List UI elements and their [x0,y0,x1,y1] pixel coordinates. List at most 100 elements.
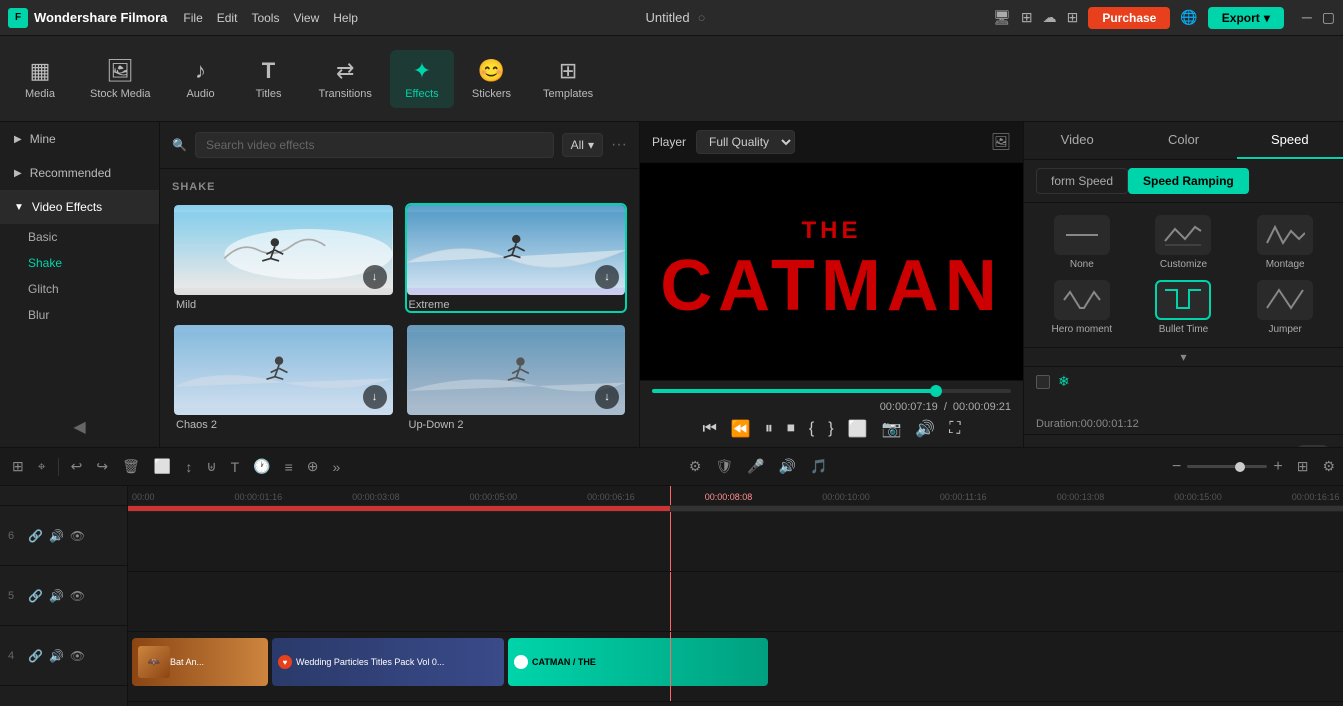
purchase-button[interactable]: Purchase [1088,7,1170,29]
menu-button[interactable]: ≡ [281,456,297,478]
monitor-icon[interactable]: 🖥 [993,9,1011,26]
preset-customize[interactable]: Customize [1138,215,1230,270]
sidebar-item-video-effects[interactable]: ▼ Video Effects [0,190,159,224]
layout-button[interactable]: ⊞ [1297,458,1309,475]
track-link-icon-6[interactable]: 🔗 [28,529,43,543]
add-button[interactable]: ⊕ [303,455,323,478]
track-eye-icon-5[interactable]: 👁 [70,589,85,603]
minimize-button[interactable]: ─ [1302,9,1312,26]
redo-button[interactable]: ↪ [92,455,112,478]
split-button[interactable]: ↕ [181,456,196,478]
menu-edit[interactable]: Edit [217,11,238,25]
crop-button[interactable]: ⬜ [848,419,868,439]
clip-bat[interactable]: 🦇 Bat An... [132,638,268,686]
effect-updown2[interactable]: ↓ Up-Down 2 [405,323,628,433]
sidebar-sub-basic[interactable]: Basic [0,224,159,250]
maintain-pitch-toggle[interactable] [1295,445,1331,447]
toolbar-transitions[interactable]: ⇄ Transitions [305,50,386,108]
audio-sep-button[interactable]: ⊎ [202,455,220,478]
effect-chaos2[interactable]: ↓ Chaos 2 [172,323,395,433]
track-link-icon-4[interactable]: 🔗 [28,649,43,663]
track-link-icon-5[interactable]: 🔗 [28,589,43,603]
toolbar-templates[interactable]: ⊞ Templates [529,50,607,108]
snapshot-button[interactable]: 📷 [881,419,901,439]
maximize-button[interactable]: ▢ [1322,9,1335,26]
mark-in-button[interactable]: { [809,420,814,438]
track-audio-icon-4[interactable]: 🔊 [49,649,64,663]
chaos2-download-icon[interactable]: ↓ [363,385,387,409]
cloud-icon[interactable]: ☁ [1043,9,1057,26]
settings-button[interactable]: ⚙ [1322,458,1335,475]
speed-ramping-tab[interactable]: Speed Ramping [1128,168,1249,194]
delete-button[interactable]: 🗑 [118,455,144,478]
grid-icon[interactable]: ⊞ [1067,9,1079,26]
chart-checkbox[interactable] [1036,375,1050,389]
globe-icon[interactable]: 🌐 [1180,9,1197,26]
menu-view[interactable]: View [293,11,319,25]
menu-help[interactable]: Help [333,11,358,25]
form-speed-tab[interactable]: form Speed [1036,168,1128,194]
play-button[interactable]: ⏸ [765,420,773,438]
scene-button[interactable]: ⊞ [8,455,28,478]
toolbar-media[interactable]: ▦ Media [8,50,72,108]
sidebar-item-recommended[interactable]: ▶ Recommended [0,156,159,190]
crop-button-2[interactable]: ⬜ [150,455,175,478]
tab-speed[interactable]: Speed [1237,122,1343,159]
sidebar-sub-blur[interactable]: Blur [0,302,159,328]
magnet-button[interactable]: ⌖ [34,455,50,478]
track-eye-icon-6[interactable]: 👁 [70,529,85,543]
preset-none[interactable]: None [1036,215,1128,270]
sidebar-sub-glitch[interactable]: Glitch [0,276,159,302]
mark-out-button[interactable]: } [828,420,833,438]
track-audio-icon-6[interactable]: 🔊 [49,529,64,543]
undo-button[interactable]: ↩ [67,455,87,478]
preset-hero-moment[interactable]: Hero moment [1036,280,1128,335]
zoom-out-button[interactable]: − [1172,458,1181,476]
copy-icon[interactable]: ⊞ [1021,9,1033,26]
more-button[interactable]: » [328,456,344,478]
prev-frame-button[interactable]: ⏪ [731,419,751,439]
effects-more-button[interactable]: ··· [611,136,627,154]
tab-color[interactable]: Color [1130,122,1236,159]
progress-bar[interactable] [652,389,1011,393]
voice-icon[interactable]: 🔊 [775,455,800,478]
extreme-download-icon[interactable]: ↓ [595,265,619,289]
stop-button[interactable]: ⏹ [787,420,795,438]
text-button[interactable]: T [227,456,244,478]
image-icon[interactable]: 🖼 [991,132,1011,152]
mic-icon[interactable]: 🎤 [743,455,768,478]
preset-jumper[interactable]: Jumper [1239,280,1331,335]
clip-wedding[interactable]: ♥ Wedding Particles Titles Pack Vol 0... [272,638,504,686]
toolbar-stock-media[interactable]: 🖼 Stock Media [76,50,165,108]
track-eye-icon-4[interactable]: 👁 [70,649,85,663]
sidebar-sub-shake[interactable]: Shake [0,250,159,276]
quality-select[interactable]: Full Quality [696,130,795,154]
clip-catman[interactable]: ♥ CATMAN / THE [508,638,768,686]
export-button[interactable]: Export ▾ [1208,7,1284,29]
updown2-download-icon[interactable]: ↓ [595,385,619,409]
toolbar-audio[interactable]: ♪ Audio [169,50,233,108]
track-audio-icon-5[interactable]: 🔊 [49,589,64,603]
audio-button[interactable]: 🔊 [915,419,935,439]
fullscreen-button[interactable]: ⛶ [949,420,960,438]
toolbar-stickers[interactable]: 😊 Stickers [458,50,525,108]
presets-expand-icon[interactable]: ▾ [1180,350,1186,364]
preset-bullet-time[interactable]: Bullet Time [1138,280,1230,335]
search-input[interactable] [195,132,554,158]
zoom-slider[interactable] [1187,465,1267,468]
effect-mild[interactable]: ↓ Mild [172,203,395,313]
sidebar-item-mine[interactable]: ▶ Mine [0,122,159,156]
shield-icon[interactable]: 🛡 [711,455,737,478]
collapse-panel-button[interactable]: ◀ [0,407,159,447]
tab-video[interactable]: Video [1024,122,1130,159]
filter-dropdown[interactable]: All ▾ [562,133,603,157]
effect-extreme[interactable]: ↓ Extreme [405,203,628,313]
mild-download-icon[interactable]: ↓ [363,265,387,289]
preset-montage[interactable]: Montage [1239,215,1331,270]
music-icon[interactable]: 🎵 [806,455,831,478]
toolbar-titles[interactable]: T Titles [237,50,301,108]
timer-button[interactable]: 🕐 [249,455,274,478]
toolbar-effects[interactable]: ✦ Effects [390,50,454,108]
menu-tools[interactable]: Tools [251,11,279,25]
menu-file[interactable]: File [183,11,202,25]
